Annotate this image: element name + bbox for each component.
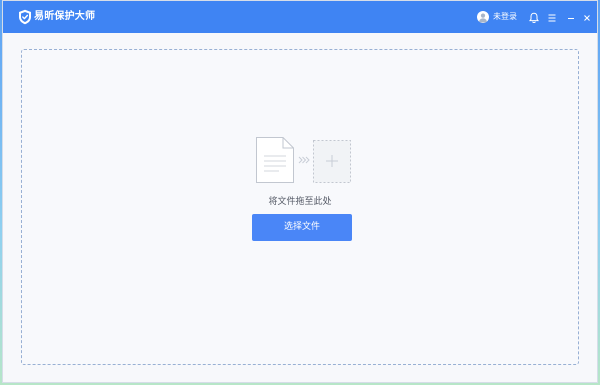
app-window: 易昕保护大师 未登录 将文件拖至此处 选择文件 [2, 0, 598, 383]
arrow-right-icon [298, 156, 310, 164]
titlebar: 易昕保护大师 未登录 [3, 1, 597, 33]
shield-logo-icon [18, 9, 32, 25]
menu-icon[interactable] [545, 10, 559, 24]
select-file-button[interactable]: 选择文件 [252, 214, 352, 241]
app-title: 易昕保护大师 [34, 11, 96, 22]
login-label[interactable]: 未登录 [493, 9, 517, 25]
minimize-icon[interactable] [564, 10, 578, 24]
login-area[interactable]: 未登录 [477, 9, 517, 25]
user-avatar-icon [477, 11, 489, 23]
close-icon[interactable] [580, 10, 594, 24]
bell-icon[interactable] [527, 10, 541, 24]
file-drop-zone[interactable]: 将文件拖至此处 选择文件 [21, 49, 579, 365]
add-file-icon [313, 140, 351, 183]
document-icon [256, 137, 294, 183]
drop-illustration [255, 136, 353, 184]
drop-hint-text: 将文件拖至此处 [268, 197, 332, 207]
